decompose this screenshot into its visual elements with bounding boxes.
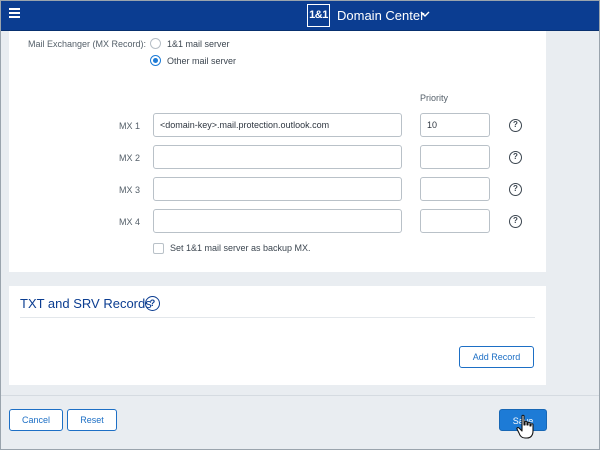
window-frame: [0, 0, 600, 450]
